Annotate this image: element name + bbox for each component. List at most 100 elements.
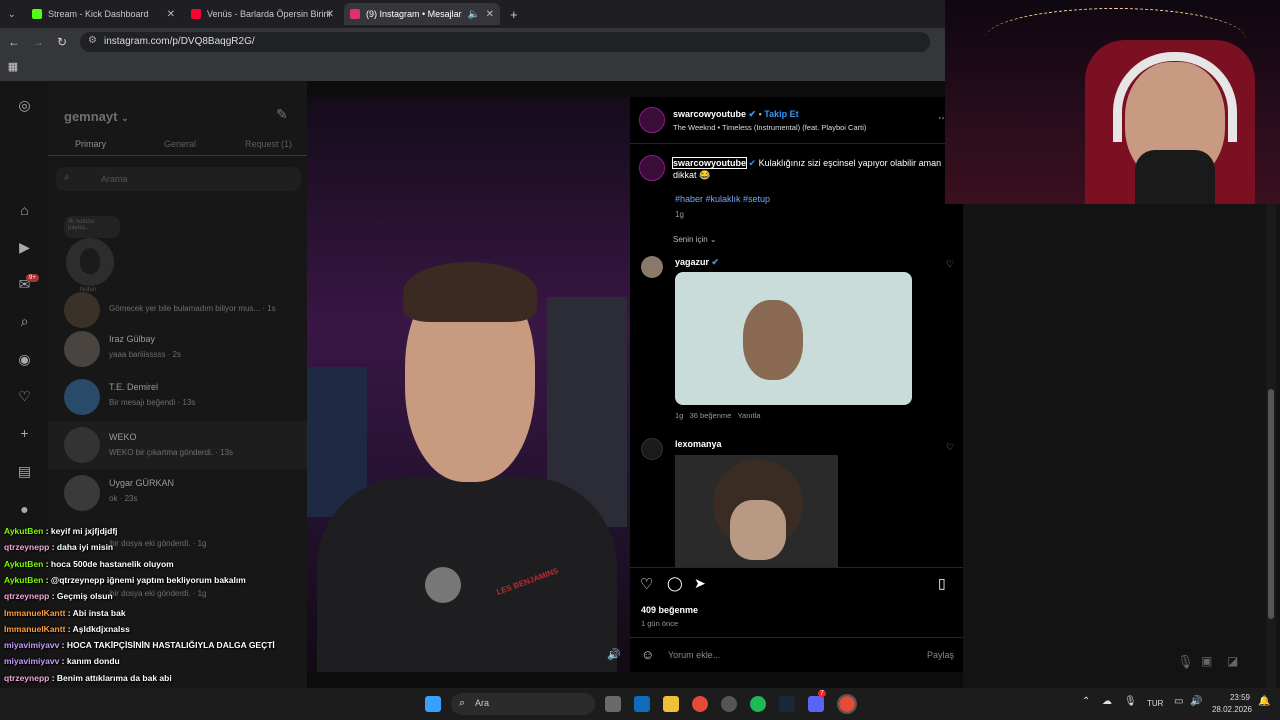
chat-username[interactable]: qtrzeynepp xyxy=(4,673,49,683)
scrollbar-thumb[interactable] xyxy=(1268,389,1274,619)
commenter-avatar[interactable] xyxy=(641,256,663,278)
chat-username[interactable]: AykutBen xyxy=(4,559,43,569)
dm-row[interactable]: Uygar GÜRKAN ok · 23s xyxy=(62,473,302,517)
scrollbar[interactable] xyxy=(1266,204,1276,688)
reply-button[interactable]: Yanıtla xyxy=(738,411,761,420)
compose-icon[interactable]: ✎ xyxy=(276,106,288,123)
chat-username[interactable]: qtrzeynepp xyxy=(4,591,49,601)
site-info-icon[interactable]: ⚙ xyxy=(88,35,97,46)
follow-button[interactable]: Takip Et xyxy=(764,109,798,119)
post-comment-button[interactable]: Paylaş xyxy=(927,650,954,660)
author-avatar[interactable] xyxy=(639,107,665,133)
clock-date[interactable]: 28.02.2026 xyxy=(1208,705,1252,714)
explore-icon[interactable]: ◉ xyxy=(16,351,33,368)
chrome-icon[interactable] xyxy=(692,696,708,712)
apps-grid-icon[interactable]: ▦ xyxy=(6,60,20,73)
steam-icon[interactable] xyxy=(779,696,795,712)
chat-username[interactable]: ImmanuelKantt xyxy=(4,608,65,618)
emoji-icon[interactable]: ☺ xyxy=(641,647,654,662)
mute-tab-icon[interactable]: 🔈 xyxy=(468,9,480,20)
note-bubble[interactable]: İlk notunu paylaş... xyxy=(64,216,120,238)
discord-icon[interactable] xyxy=(808,696,824,712)
chat-username[interactable]: qtrzeynepp xyxy=(4,542,49,552)
chrome-active-icon[interactable] xyxy=(837,694,857,714)
instagram-logo-icon[interactable]: ◎ xyxy=(16,97,33,114)
chat-text: Abi insta bak xyxy=(72,607,126,618)
profile-icon[interactable]: ● xyxy=(16,501,33,518)
comment-likes[interactable]: 36 beğenme xyxy=(690,411,732,420)
author-name[interactable]: swarcowyoutube xyxy=(673,109,746,119)
music-info[interactable]: The Weeknd • Timeless (Instrumental) (fe… xyxy=(673,123,866,132)
task-view-icon[interactable] xyxy=(605,696,621,712)
microphone-icon[interactable]: 🎙 xyxy=(1124,696,1137,707)
reels-icon[interactable]: ▶ xyxy=(16,239,33,256)
sort-dropdown[interactable]: Senin için ⌄ xyxy=(673,235,717,244)
search-icon[interactable]: ⌕ xyxy=(16,313,33,330)
tab-general[interactable]: General xyxy=(164,139,196,149)
commenter-name[interactable]: yagazur xyxy=(675,257,709,267)
hashtags[interactable]: #haber #kulaklık #setup xyxy=(675,194,770,204)
tab-primary[interactable]: Primary xyxy=(75,139,106,149)
dm-row-selected[interactable]: WEKO WEKO bir çıkartma gönderdi. · 13s xyxy=(48,421,307,469)
new-tab-button[interactable]: + xyxy=(504,3,522,25)
commenter-avatar[interactable] xyxy=(641,438,663,460)
heart-icon[interactable]: ♡ xyxy=(16,388,33,405)
create-icon[interactable]: + xyxy=(16,425,33,442)
clock-time[interactable]: 23:59 xyxy=(1212,693,1250,702)
chevron-down-icon: ⌄ xyxy=(8,8,16,19)
forward-icon[interactable]: → xyxy=(31,35,45,49)
tab-requests[interactable]: Request (1) xyxy=(245,139,292,149)
author-avatar[interactable] xyxy=(639,155,665,181)
comment-gif[interactable] xyxy=(675,455,838,567)
close-icon[interactable]: ✕ xyxy=(486,9,494,20)
chat-username[interactable]: miyavimiyavv xyxy=(4,640,59,650)
file-explorer-icon[interactable] xyxy=(663,696,679,712)
taskbar-search[interactable]: ⌕ Ara xyxy=(451,693,595,715)
volume-icon[interactable]: 🔊 xyxy=(607,648,621,661)
account-switcher[interactable]: gemnayt ⌄ xyxy=(64,109,129,124)
cloud-icon[interactable]: ☁ xyxy=(1102,696,1112,707)
chat-message: qtrzeynepp : Benim attıklarıma da bak ab… xyxy=(4,672,172,683)
store-icon[interactable] xyxy=(634,696,650,712)
notification-bell-icon[interactable]: 🔔 xyxy=(1258,696,1270,707)
volume-icon[interactable]: 🔊 xyxy=(1190,696,1202,707)
windows-start-icon[interactable] xyxy=(425,696,441,712)
commenter-name[interactable]: lexomanya xyxy=(675,439,722,449)
comment-icon[interactable]: ◯ xyxy=(667,575,683,592)
spotify-icon[interactable] xyxy=(750,696,766,712)
close-icon[interactable]: ✕ xyxy=(326,9,334,20)
search-input[interactable]: ⌕ Arama xyxy=(56,167,301,191)
dashboard-icon[interactable]: ▤ xyxy=(16,463,33,480)
chat-username[interactable]: AykutBen xyxy=(4,575,43,585)
language-indicator[interactable]: TUR xyxy=(1147,699,1163,708)
dm-row[interactable]: T.E. Demirel Bir mesajı beğendi · 13s xyxy=(62,377,302,421)
tab-youtube[interactable]: Venüs - Barlarda Öpersin Birini ✕ xyxy=(185,3,340,25)
home-icon[interactable]: ⌂ xyxy=(16,202,33,219)
chat-message: qtrzeynepp : Geçmiş olsun xyxy=(4,591,113,602)
close-icon[interactable]: ✕ xyxy=(167,9,175,20)
comment-input[interactable]: Yorum ekle... xyxy=(668,650,720,660)
save-icon[interactable]: ▯ xyxy=(938,575,946,592)
chat-username[interactable]: AykutBen xyxy=(4,526,43,536)
like-icon[interactable]: ♡ xyxy=(640,575,653,593)
share-icon[interactable]: ➤ xyxy=(694,575,706,592)
back-icon[interactable]: ← xyxy=(7,35,21,49)
reload-icon[interactable]: ↻ xyxy=(55,35,69,49)
network-icon[interactable]: ▭ xyxy=(1174,696,1183,707)
post-video[interactable]: LES BENJAMINS 🔊 xyxy=(307,97,630,672)
likes-count[interactable]: 409 beğenme xyxy=(641,605,698,615)
tab-list-button[interactable]: ⌄ xyxy=(4,3,22,25)
chat-username[interactable]: miyavimiyavv xyxy=(4,656,59,666)
app-icon[interactable] xyxy=(721,696,737,712)
my-note-avatar[interactable] xyxy=(66,238,114,286)
tab-kick-dashboard[interactable]: Stream - Kick Dashboard ✕ xyxy=(26,3,181,25)
face-image xyxy=(730,500,786,560)
tab-instagram[interactable]: (9) Instagram • Mesajlar 🔈 ✕ xyxy=(344,3,500,25)
chat-username[interactable]: ImmanuelKantt xyxy=(4,624,65,634)
comment-gif[interactable] xyxy=(675,272,912,405)
dm-row[interactable]: Iraz Gülbay yaaa bariiisssss · 2s xyxy=(62,329,302,373)
chevron-up-icon[interactable]: ⌃ xyxy=(1082,696,1090,707)
comment-like-icon[interactable]: ♡ xyxy=(946,259,954,270)
comment-like-icon[interactable]: ♡ xyxy=(946,442,954,453)
address-bar[interactable]: ⚙ instagram.com/p/DVQ8BaqgR2G/ xyxy=(80,32,930,52)
